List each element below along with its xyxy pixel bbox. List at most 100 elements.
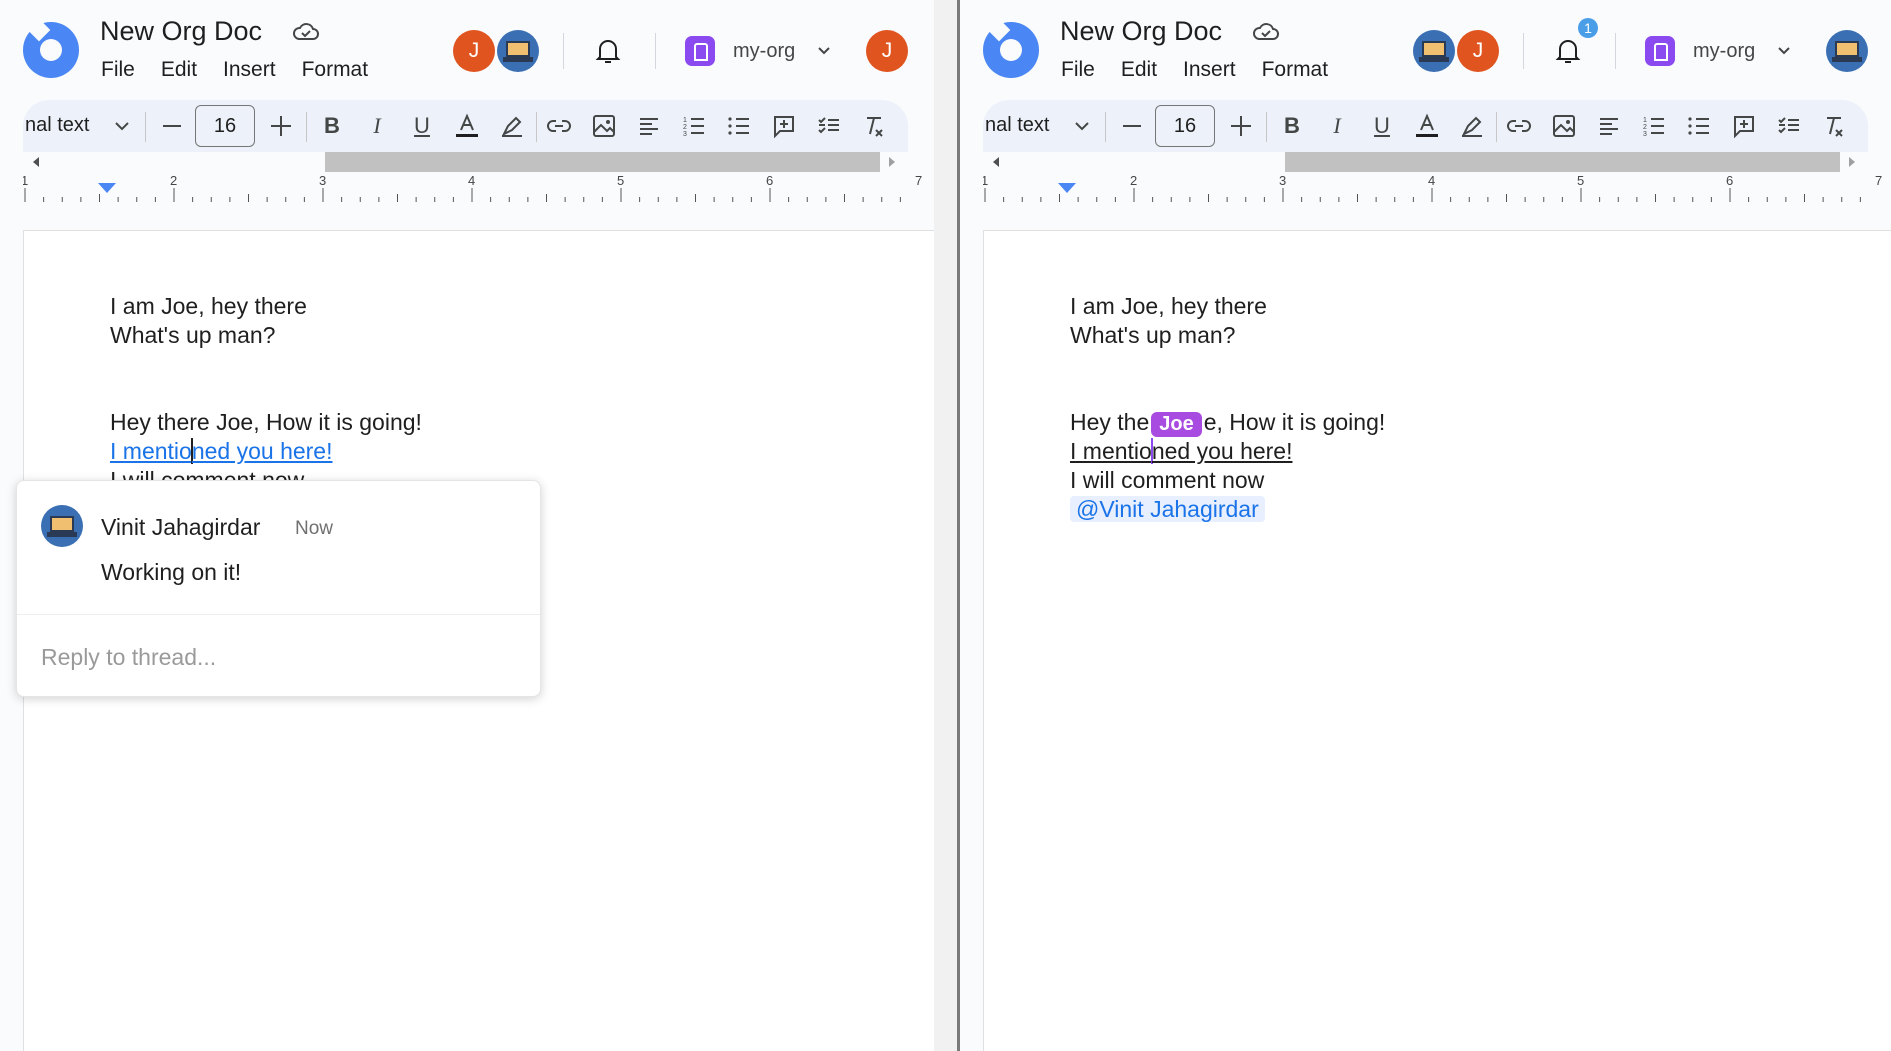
doc-line[interactable]: Hey there Joe, How it is going! — [110, 409, 422, 436]
bold-icon[interactable]: B — [1278, 112, 1306, 140]
notification-bell-icon[interactable] — [1555, 37, 1581, 65]
scroll-left-icon[interactable] — [993, 157, 999, 167]
italic-icon[interactable]: I — [1323, 112, 1351, 140]
commented-link-text[interactable]: I mentio — [1070, 438, 1152, 464]
numbered-list-icon[interactable]: 123 — [680, 112, 708, 140]
reply-input[interactable] — [41, 641, 521, 673]
link-icon[interactable] — [1505, 112, 1533, 140]
document-page[interactable]: I am Joe, hey there What's up man? Hey t… — [983, 230, 1891, 1051]
doc-line[interactable]: @Vinit Jahagirdar — [1070, 496, 1265, 523]
scrollbar-thumb[interactable] — [1285, 152, 1840, 172]
paragraph-style-select[interactable]: nal text — [25, 114, 89, 137]
chevron-down-icon[interactable] — [818, 47, 830, 55]
text-color-icon[interactable] — [453, 112, 481, 140]
paragraph-style-select[interactable]: nal text — [985, 114, 1049, 137]
bold-icon[interactable]: B — [318, 112, 346, 140]
italic-icon[interactable]: I — [363, 112, 391, 140]
increase-font-size-button[interactable] — [1231, 116, 1251, 136]
left-window: New Org Doc File Edit Insert Format J my… — [0, 0, 934, 1051]
align-left-icon[interactable] — [635, 112, 663, 140]
clear-formatting-icon[interactable] — [1820, 112, 1848, 140]
indent-marker-icon[interactable] — [98, 183, 116, 193]
user-mention-chip[interactable]: @Vinit Jahagirdar — [1070, 496, 1265, 522]
font-size-input[interactable]: 16 — [195, 105, 255, 147]
menu-file[interactable]: File — [101, 58, 135, 82]
menu-insert[interactable]: Insert — [1183, 58, 1236, 82]
doc-line[interactable]: I will comment now — [1070, 467, 1264, 494]
doc-text[interactable]: e, How it is going! — [1204, 409, 1386, 435]
collaborator-avatar-picture[interactable] — [1413, 30, 1455, 72]
doc-line[interactable]: Hey the Joe e, How it is going! — [1070, 409, 1385, 437]
menu-file[interactable]: File — [1061, 58, 1095, 82]
text-color-icon[interactable] — [1413, 112, 1441, 140]
ruler[interactable]: 1 2 3 4 5 6 7 — [981, 172, 1891, 208]
increase-font-size-button[interactable] — [271, 116, 291, 136]
doc-line[interactable]: I am Joe, hey there — [1070, 293, 1267, 320]
cloud-saved-icon — [293, 23, 319, 40]
commented-link-text[interactable]: I mentio — [110, 438, 192, 464]
clear-formatting-icon[interactable] — [860, 112, 888, 140]
decrease-font-size-button[interactable] — [163, 125, 181, 127]
add-comment-icon[interactable] — [770, 112, 798, 140]
checklist-icon[interactable] — [1775, 112, 1803, 140]
doc-text[interactable]: Hey the — [1070, 409, 1149, 435]
scrollbar-thumb[interactable] — [325, 152, 880, 172]
user-avatar[interactable] — [1826, 30, 1868, 72]
scroll-right-icon[interactable] — [1849, 157, 1855, 167]
org-switcher-label[interactable]: my-org — [1693, 40, 1755, 63]
app-logo-icon[interactable] — [23, 18, 79, 78]
doc-line[interactable]: What's up man? — [110, 322, 275, 349]
notification-badge: 1 — [1578, 18, 1598, 38]
scroll-left-icon[interactable] — [33, 157, 39, 167]
doc-line[interactable]: I mentioned you here! — [110, 438, 333, 465]
org-icon[interactable] — [685, 36, 715, 66]
menu-format[interactable]: Format — [1262, 58, 1329, 82]
image-icon[interactable] — [590, 112, 618, 140]
commented-link-text[interactable]: ned you here! — [192, 438, 333, 464]
chevron-down-icon[interactable] — [115, 122, 129, 131]
highlight-icon[interactable] — [1458, 112, 1486, 140]
menu-format[interactable]: Format — [302, 58, 369, 82]
align-left-icon[interactable] — [1595, 112, 1623, 140]
chevron-down-icon[interactable] — [1075, 122, 1089, 131]
doc-title[interactable]: New Org Doc — [100, 16, 262, 47]
add-comment-icon[interactable] — [1730, 112, 1758, 140]
horizontal-scrollbar[interactable] — [23, 152, 908, 172]
image-icon[interactable] — [1550, 112, 1578, 140]
numbered-list-icon[interactable]: 123 — [1640, 112, 1668, 140]
ruler-label: 5 — [617, 173, 624, 188]
collaborator-avatar-picture[interactable] — [497, 30, 539, 72]
doc-line[interactable]: What's up man? — [1070, 322, 1235, 349]
font-size-input[interactable]: 16 — [1155, 105, 1215, 147]
commented-link-text[interactable]: ned you here! — [1152, 438, 1293, 464]
indent-marker-icon[interactable] — [1058, 183, 1076, 193]
bulleted-list-icon[interactable] — [725, 112, 753, 140]
notification-bell-icon[interactable] — [595, 37, 621, 65]
cloud-saved-icon — [1253, 23, 1279, 40]
ruler[interactable]: 1 2 3 4 5 6 7 — [21, 172, 934, 208]
chevron-down-icon[interactable] — [1778, 47, 1790, 55]
bulleted-list-icon[interactable] — [1685, 112, 1713, 140]
svg-text:1: 1 — [1643, 117, 1647, 124]
menu-insert[interactable]: Insert — [223, 58, 276, 82]
highlight-icon[interactable] — [498, 112, 526, 140]
menu-edit[interactable]: Edit — [1121, 58, 1157, 82]
horizontal-scrollbar[interactable] — [983, 152, 1868, 172]
collaborator-avatar[interactable]: J — [1457, 30, 1499, 72]
org-icon[interactable] — [1645, 36, 1675, 66]
underline-icon[interactable]: U — [1368, 112, 1396, 140]
org-switcher-label[interactable]: my-org — [733, 40, 795, 63]
link-icon[interactable] — [545, 112, 573, 140]
doc-line[interactable]: I am Joe, hey there — [110, 293, 307, 320]
underline-icon[interactable]: U — [408, 112, 436, 140]
user-avatar[interactable]: J — [866, 30, 908, 72]
doc-title[interactable]: New Org Doc — [1060, 16, 1222, 47]
app-logo-icon[interactable] — [983, 18, 1039, 78]
toolbar-divider — [536, 112, 537, 142]
decrease-font-size-button[interactable] — [1123, 125, 1141, 127]
collaborator-avatar[interactable]: J — [453, 30, 495, 72]
doc-line[interactable]: I mentioned you here! — [1070, 438, 1293, 465]
scroll-right-icon[interactable] — [889, 157, 895, 167]
menu-edit[interactable]: Edit — [161, 58, 197, 82]
checklist-icon[interactable] — [815, 112, 843, 140]
